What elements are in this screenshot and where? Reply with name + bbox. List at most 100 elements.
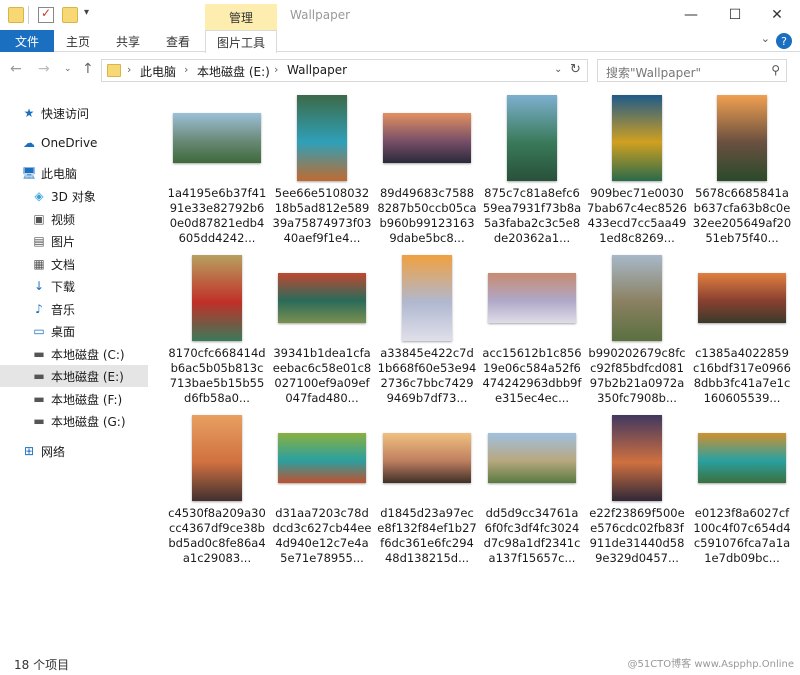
recent-locations-icon[interactable]: ⌄ bbox=[64, 64, 72, 74]
file-item[interactable]: 1a4195e6b37f4191e33e82792b60e0d87821edb4… bbox=[165, 90, 269, 250]
file-name: d1845d23a97ece8f132f84ef1b27f6dc361e6fc2… bbox=[377, 506, 477, 565]
file-item[interactable]: d31aa7203c78ddcd3c627cb44ee4d940e12c7e4a… bbox=[270, 410, 374, 570]
tab-view[interactable]: 查看 bbox=[158, 30, 198, 52]
sidebar-item-label: 图片 bbox=[51, 234, 76, 249]
address-bar[interactable]: › 此电脑 › 本地磁盘 (E:) › Wallpaper ⌄ ↻ bbox=[101, 59, 588, 82]
customize-quick-access-icon[interactable]: ▾ bbox=[84, 7, 89, 18]
file-name: e0123f8a6027cf100c4f07c654d4c591076fca7a… bbox=[693, 506, 791, 565]
sidebar-item-label: 本地磁盘 (C:) bbox=[51, 347, 125, 362]
file-item[interactable]: dd5d9cc34761a6f0fc3df4fc3024d7c98a1df234… bbox=[480, 410, 584, 570]
thumbnail-frame bbox=[585, 250, 689, 345]
help-icon[interactable]: ? bbox=[776, 33, 792, 49]
minimize-button[interactable]: — bbox=[668, 2, 714, 28]
back-arrow-icon[interactable]: ← bbox=[10, 61, 22, 77]
sidebar-item[interactable]: ▦ 文档 bbox=[0, 253, 148, 275]
file-item[interactable]: c1385a4022859c16bdf317e09668dbb3fc41a7e1… bbox=[690, 250, 794, 410]
file-name: 909bec71e00307bab67c4ec8526433ecd7cc5aa4… bbox=[587, 186, 687, 245]
sidebar-item[interactable]: ▣ 视频 bbox=[0, 208, 148, 230]
file-item[interactable]: 39341b1dea1cfaeebac6c58e01c8027100ef9a09… bbox=[270, 250, 374, 410]
sidebar-item[interactable]: ☁ OneDrive bbox=[0, 132, 148, 154]
sidebar-item[interactable]: ▬ 本地磁盘 (E:) bbox=[0, 365, 148, 387]
tab-picture-tools[interactable]: 图片工具 bbox=[205, 30, 277, 53]
refresh-icon[interactable]: ↻ bbox=[570, 62, 581, 77]
sidebar-item[interactable]: ▬ 本地磁盘 (F:) bbox=[0, 388, 148, 410]
file-name: a33845e422c7d1b668f60e53e942736c7bbc7429… bbox=[377, 346, 477, 405]
search-icon[interactable]: ⚲ bbox=[771, 63, 780, 77]
image-thumbnail bbox=[383, 112, 471, 163]
file-name: e22f23869f500ee576cdc02fb83f911de31440d5… bbox=[589, 506, 685, 565]
image-thumbnail bbox=[698, 272, 786, 323]
sidebar-item-label: 桌面 bbox=[51, 324, 76, 339]
sidebar-item[interactable]: ▭ 桌面 bbox=[0, 320, 148, 342]
thumbnail-frame bbox=[585, 410, 689, 505]
image-thumbnail bbox=[612, 94, 662, 181]
search-box[interactable]: 搜索"Wallpaper" ⚲ bbox=[597, 59, 787, 82]
document-icon: ▦ bbox=[33, 257, 45, 271]
ribbon-tabs: 文件 主页 共享 查看 图片工具 ⌄ ? bbox=[0, 30, 800, 53]
file-item[interactable]: e22f23869f500ee576cdc02fb83f911de31440d5… bbox=[585, 410, 689, 570]
up-arrow-icon[interactable]: ↑ bbox=[82, 61, 94, 77]
properties-icon[interactable] bbox=[38, 6, 54, 23]
maximize-button[interactable]: ☐ bbox=[712, 2, 758, 28]
breadcrumb-separator[interactable]: › bbox=[184, 63, 188, 76]
sidebar-item[interactable]: ▬ 本地磁盘 (C:) bbox=[0, 343, 148, 365]
manage-context-tab[interactable]: 管理 bbox=[205, 4, 277, 30]
thumbnail-frame bbox=[480, 90, 584, 185]
folder-icon[interactable] bbox=[8, 7, 24, 23]
tab-share[interactable]: 共享 bbox=[108, 30, 148, 52]
thumbnail-frame bbox=[690, 410, 794, 505]
file-item[interactable]: d1845d23a97ece8f132f84ef1b27f6dc361e6fc2… bbox=[375, 410, 479, 570]
file-name: 89d49683c75888287b50ccb05cab960b99123163… bbox=[377, 186, 477, 245]
image-thumbnail bbox=[507, 94, 557, 181]
thumbnail-frame bbox=[480, 410, 584, 505]
thumbnail-frame bbox=[690, 250, 794, 345]
forward-arrow-icon[interactable]: → bbox=[38, 61, 50, 77]
tab-home[interactable]: 主页 bbox=[60, 30, 96, 52]
file-item[interactable]: 8170cfc668414db6ac5b05b813c713bae5b15b55… bbox=[165, 250, 269, 410]
sidebar-item[interactable]: ★ 快速访问 bbox=[0, 102, 148, 124]
sidebar-item[interactable]: ◈ 3D 对象 bbox=[0, 185, 148, 207]
file-item[interactable]: b990202679c8fcc92f85bdfcd08197b2b21a0972… bbox=[585, 250, 689, 410]
sidebar-item-label: 网络 bbox=[41, 444, 66, 459]
file-item[interactable]: c4530f8a209a30cc4367df9ce38bbd5ad0c8fe86… bbox=[165, 410, 269, 570]
sidebar-item[interactable]: ♪ 音乐 bbox=[0, 298, 148, 320]
sidebar-item-label: 视频 bbox=[51, 212, 76, 227]
expand-ribbon-icon[interactable]: ⌄ bbox=[761, 32, 770, 45]
image-thumbnail bbox=[698, 432, 786, 483]
image-thumbnail bbox=[402, 254, 452, 341]
file-item[interactable]: acc15612b1c85619e06c584a52f6474242963dbb… bbox=[480, 250, 584, 410]
file-item[interactable]: 875c7c81a8efc659ea7931f73b8a5a3faba2c3c5… bbox=[480, 90, 584, 250]
new-folder-icon[interactable] bbox=[62, 7, 78, 23]
sidebar-item[interactable]: ▬ 本地磁盘 (G:) bbox=[0, 410, 148, 432]
sidebar-item[interactable]: ⊞ 网络 bbox=[0, 440, 148, 462]
file-item[interactable]: 909bec71e00307bab67c4ec8526433ecd7cc5aa4… bbox=[585, 90, 689, 250]
file-item[interactable]: a33845e422c7d1b668f60e53e942736c7bbc7429… bbox=[375, 250, 479, 410]
download-icon: ↓ bbox=[33, 279, 45, 293]
breadcrumb-wallpaper[interactable]: Wallpaper bbox=[287, 63, 347, 77]
file-item[interactable]: 5678c6685841ab637cfa63b8c0e32ee205649af2… bbox=[690, 90, 794, 250]
cloud-icon: ☁ bbox=[23, 136, 35, 150]
breadcrumb-separator[interactable]: › bbox=[127, 63, 131, 76]
file-item[interactable]: 5ee66e510803218b5ad812e58939a75874973f03… bbox=[270, 90, 374, 250]
sidebar-item-label: 文档 bbox=[51, 257, 76, 272]
sidebar-item[interactable]: ▤ 图片 bbox=[0, 230, 148, 252]
file-item[interactable]: 89d49683c75888287b50ccb05cab960b99123163… bbox=[375, 90, 479, 250]
breadcrumb-drive-e[interactable]: 本地磁盘 (E:) bbox=[197, 63, 270, 80]
sidebar-item[interactable]: 🖥 此电脑 bbox=[0, 162, 148, 184]
thumbnail-frame bbox=[165, 250, 269, 345]
cube-icon: ◈ bbox=[34, 189, 44, 203]
close-button[interactable]: ✕ bbox=[754, 2, 800, 28]
image-thumbnail bbox=[612, 254, 662, 341]
tab-file[interactable]: 文件 bbox=[0, 30, 54, 52]
sidebar-item-label: 音乐 bbox=[51, 302, 76, 317]
file-item[interactable]: e0123f8a6027cf100c4f07c654d4c591076fca7a… bbox=[690, 410, 794, 570]
breadcrumb-separator[interactable]: › bbox=[274, 63, 278, 76]
watermark: @51CTO博客 www.Aspphp.Online bbox=[627, 659, 794, 670]
sidebar-item-label: OneDrive bbox=[41, 136, 98, 150]
sidebar-item[interactable]: ↓ 下载 bbox=[0, 275, 148, 297]
image-thumbnail bbox=[173, 112, 261, 163]
thumbnail-frame bbox=[375, 90, 479, 185]
address-dropdown-icon[interactable]: ⌄ bbox=[554, 64, 562, 75]
breadcrumb-this-pc[interactable]: 此电脑 bbox=[140, 63, 176, 80]
music-icon: ♪ bbox=[35, 302, 43, 316]
